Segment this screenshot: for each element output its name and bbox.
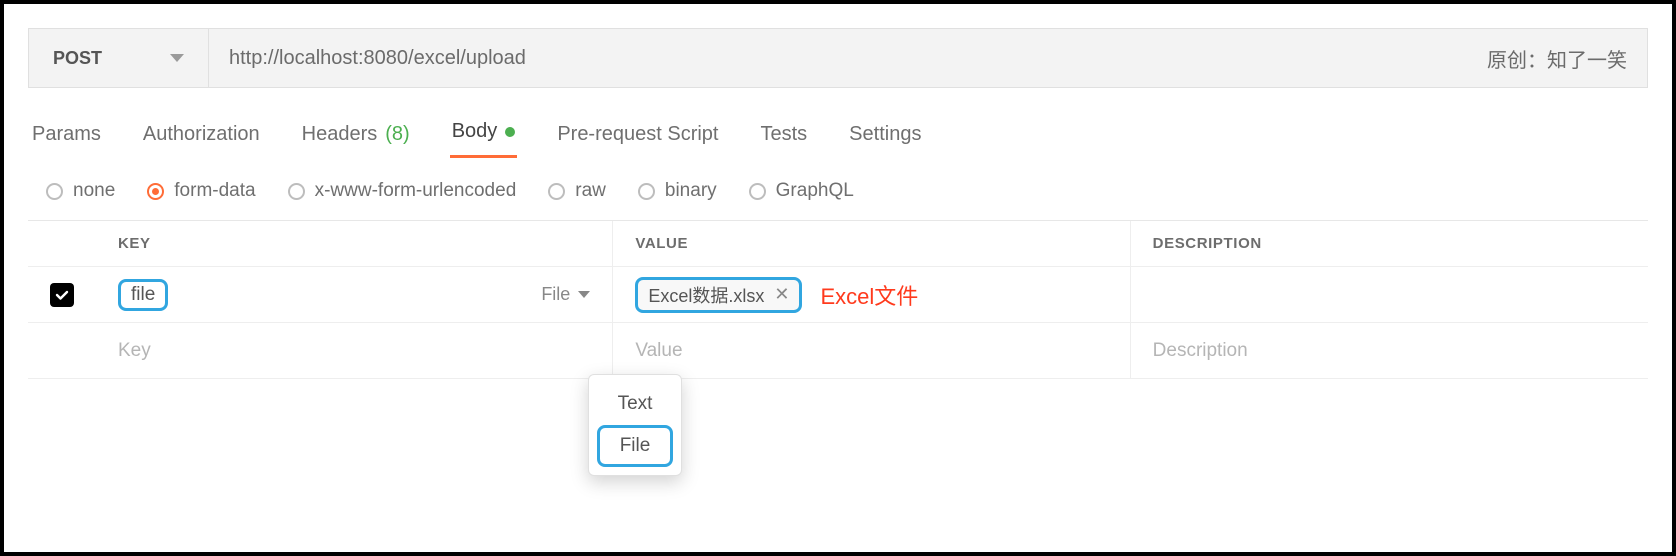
table-header-key: KEY xyxy=(96,221,613,266)
radio-icon xyxy=(147,183,164,200)
body-type-raw[interactable]: raw xyxy=(548,180,606,202)
table-header-check xyxy=(28,230,96,258)
radio-icon xyxy=(749,183,766,200)
request-editor-panel: POST http://localhost:8080/excel/upload … xyxy=(0,0,1676,556)
radio-icon xyxy=(548,183,565,200)
table-header-description: DESCRIPTION xyxy=(1131,221,1648,266)
file-chip[interactable]: Excel数据.xlsx ✕ xyxy=(635,277,802,313)
row-checkbox-cell xyxy=(28,267,96,322)
headers-count-badge: (8) xyxy=(385,123,409,146)
check-icon xyxy=(54,287,70,303)
table-new-row: Key Value Description xyxy=(28,323,1648,379)
row-key-input[interactable]: file xyxy=(118,279,168,311)
http-method-dropdown[interactable]: POST xyxy=(29,29,209,87)
attribution-text: 原创：知了一笑 xyxy=(1487,44,1627,73)
tab-tests[interactable]: Tests xyxy=(758,115,809,158)
attribution-label: 原创：知了一笑 xyxy=(1467,29,1647,87)
type-dropdown-menu: Text File xyxy=(588,374,682,476)
body-type-none[interactable]: none xyxy=(46,180,115,202)
tab-params[interactable]: Params xyxy=(30,115,103,158)
tab-headers[interactable]: Headers (8) xyxy=(300,115,412,158)
tab-authorization[interactable]: Authorization xyxy=(141,115,262,158)
type-option-file[interactable]: File xyxy=(597,425,673,467)
chevron-down-icon xyxy=(578,291,590,298)
value-annotation: Excel文件 xyxy=(820,279,918,311)
type-option-text[interactable]: Text xyxy=(597,383,673,425)
row-enabled-checkbox[interactable] xyxy=(50,283,74,307)
http-method-label: POST xyxy=(53,48,102,69)
new-row-value-input[interactable]: Value xyxy=(613,323,1130,378)
radio-icon xyxy=(638,183,655,200)
row-checkbox-cell xyxy=(28,323,96,378)
body-active-indicator-icon xyxy=(505,127,515,137)
form-data-table: KEY VALUE DESCRIPTION file File xyxy=(28,220,1648,379)
row-value-cell: Excel数据.xlsx ✕ Excel文件 xyxy=(613,267,1130,322)
request-tabs: Params Authorization Headers (8) Body Pr… xyxy=(30,116,1648,158)
table-header-value: VALUE xyxy=(613,221,1130,266)
body-type-urlencoded[interactable]: x-www-form-urlencoded xyxy=(288,180,517,202)
body-type-graphql[interactable]: GraphQL xyxy=(749,180,854,202)
body-type-form-data[interactable]: form-data xyxy=(147,180,255,202)
row-description-cell[interactable] xyxy=(1131,267,1648,322)
chevron-down-icon xyxy=(170,54,184,62)
url-text: http://localhost:8080/excel/upload xyxy=(229,47,526,70)
new-row-key-input[interactable]: Key xyxy=(96,323,613,378)
tab-settings[interactable]: Settings xyxy=(847,115,923,158)
radio-icon xyxy=(46,183,63,200)
tab-body[interactable]: Body xyxy=(450,112,518,158)
row-type-dropdown[interactable]: File xyxy=(541,284,590,305)
url-input[interactable]: http://localhost:8080/excel/upload xyxy=(209,29,1467,87)
table-header-row: KEY VALUE DESCRIPTION xyxy=(28,221,1648,267)
tab-prerequest-script[interactable]: Pre-request Script xyxy=(555,115,720,158)
body-type-binary[interactable]: binary xyxy=(638,180,717,202)
row-key-cell: file File xyxy=(96,267,613,322)
table-row: file File Excel数据.xlsx ✕ Excel文件 xyxy=(28,267,1648,323)
body-type-selector: none form-data x-www-form-urlencoded raw… xyxy=(28,158,1648,220)
file-chip-name: Excel数据.xlsx xyxy=(648,282,764,308)
row-type-label: File xyxy=(541,284,570,305)
url-bar: POST http://localhost:8080/excel/upload … xyxy=(28,28,1648,88)
remove-file-icon[interactable]: ✕ xyxy=(774,284,789,305)
radio-icon xyxy=(288,183,305,200)
new-row-description-input[interactable]: Description xyxy=(1131,323,1648,378)
